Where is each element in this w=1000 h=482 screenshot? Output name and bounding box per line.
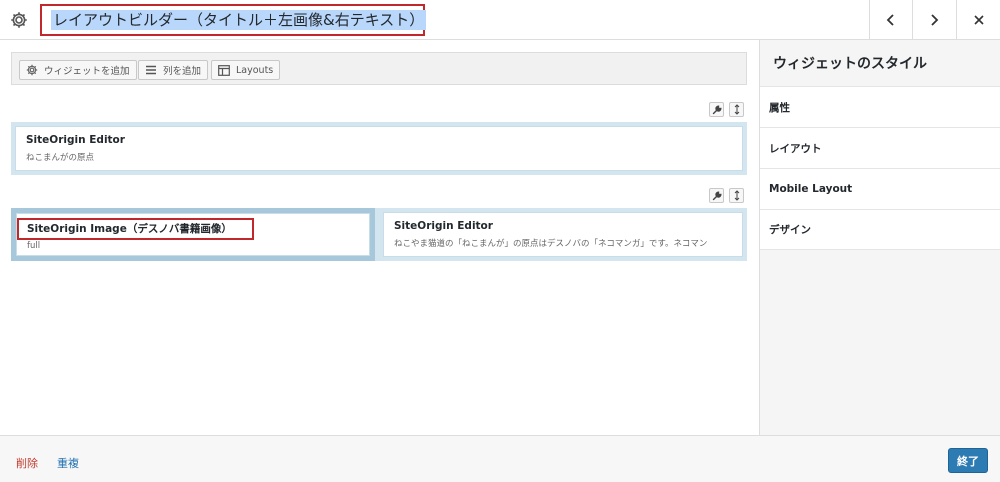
move-vertical-icon (734, 190, 739, 201)
row-edit-button[interactable] (709, 188, 724, 203)
widget-title: SiteOrigin Editor (394, 220, 493, 232)
widget-description: full (27, 241, 41, 251)
widget-title: SiteOrigin Editor (26, 134, 125, 146)
sidebar-item-layout[interactable]: レイアウト (760, 127, 1000, 168)
add-widget-button[interactable]: ウィジェットを追加 (19, 60, 137, 80)
add-row-button[interactable]: 列を追加 (138, 60, 209, 80)
delete-link[interactable]: 削除 (16, 455, 38, 471)
row-move-handle[interactable] (729, 102, 744, 117)
close-icon (973, 14, 984, 25)
prev-button[interactable] (869, 0, 912, 39)
sidebar-item-design[interactable]: デザイン (760, 209, 1000, 250)
gear-icon (26, 64, 38, 76)
dialog-title[interactable]: レイアウトビルダー（タイトル＋左画像&右テキスト） (51, 10, 427, 30)
dialog-footer: 削除 重複 (0, 435, 1000, 482)
layouts-button[interactable]: Layouts (211, 60, 281, 80)
wrench-icon (712, 105, 721, 114)
layout-row: SiteOrigin Editor ねこまんがの原点 (11, 122, 747, 175)
add-widget-label: ウィジェットを追加 (44, 66, 130, 77)
menu-icon (145, 65, 157, 75)
sidebar-item-mobile-layout[interactable]: Mobile Layout (760, 168, 1000, 209)
done-button[interactable]: 終了 (948, 448, 988, 473)
next-button[interactable] (912, 0, 955, 39)
chevron-left-icon (886, 13, 894, 26)
widget-description: ねこまんがの原点 (26, 153, 95, 163)
layout-icon (218, 64, 230, 76)
widget-editor[interactable]: SiteOrigin Editor ねこやま猫道の「ねこまんが」の原点はデスノバ… (383, 212, 743, 257)
sidebar-title: ウィジェットのスタイル (773, 56, 927, 72)
move-vertical-icon (734, 104, 739, 115)
title-highlight-box: レイアウトビルダー（タイトル＋左画像&右テキスト） (40, 4, 427, 36)
widget-editor[interactable]: SiteOrigin Editor ねこまんがの原点 (15, 126, 743, 171)
row-edit-button[interactable] (709, 102, 724, 117)
sidebar-item-attributes[interactable]: 属性 (760, 86, 1000, 127)
row-cell[interactable]: SiteOrigin Editor ねこやま猫道の「ねこまんが」の原点はデスノバ… (383, 208, 747, 261)
widget-description: ねこやま猫道の「ねこまんが」の原点はデスノバの「ネコマンガ」です。ネコマン (394, 239, 708, 249)
gear-icon (11, 11, 27, 28)
add-row-label: 列を追加 (163, 66, 202, 77)
wrench-icon (712, 191, 721, 200)
annotation-highlight-box (17, 218, 254, 240)
close-button[interactable] (956, 0, 1000, 39)
sidebar-sections: 属性 レイアウト Mobile Layout デザイン (760, 86, 1000, 250)
duplicate-link[interactable]: 重複 (57, 455, 79, 471)
settings-button[interactable] (0, 0, 38, 39)
row-move-handle[interactable] (729, 188, 744, 203)
chevron-right-icon (931, 13, 939, 26)
builder-toolbar: ウィジェットを追加 列を追加 Layouts (11, 52, 747, 85)
dialog-header: レイアウトビルダー（タイトル＋左画像&右テキスト） (0, 0, 1000, 40)
widget-style-sidebar: ウィジェットのスタイル 属性 レイアウト Mobile Layout デザイン (759, 40, 1000, 435)
layouts-label: Layouts (236, 64, 274, 76)
